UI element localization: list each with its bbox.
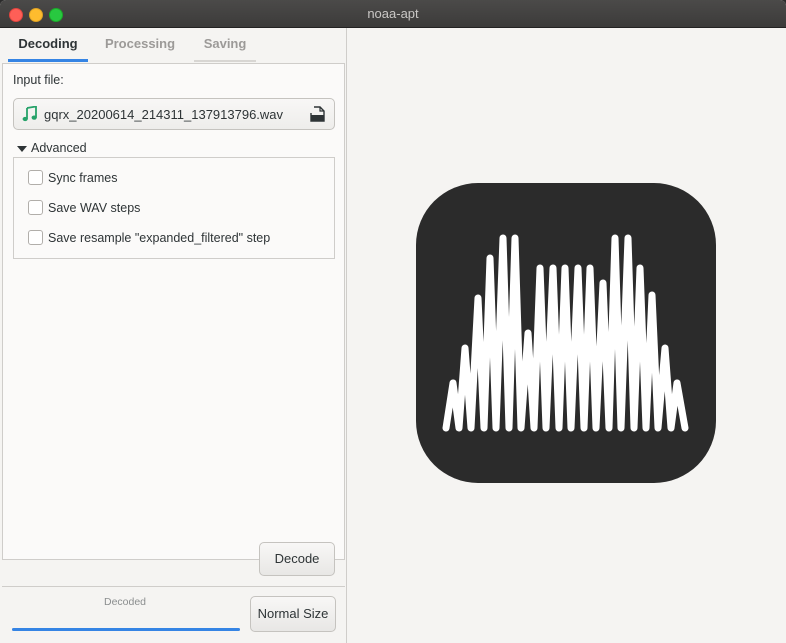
music-note-icon	[22, 106, 37, 122]
file-name: gqrx_20200614_214311_137913796.wav	[44, 107, 284, 122]
noaa-apt-logo-icon	[416, 183, 716, 483]
save-resample-step-label: Save resample "expanded_filtered" step	[48, 231, 271, 245]
bottom-separator	[2, 586, 345, 587]
window-title: noaa-apt	[367, 6, 419, 21]
app-window: noaa-apt Decoding Processing Saving Inpu…	[0, 0, 786, 643]
file-chooser-button[interactable]: gqrx_20200614_214311_137913796.wav	[13, 98, 335, 130]
advanced-options-frame: Sync frames Save WAV steps Save resample…	[13, 157, 335, 259]
sync-frames-checkbox[interactable]	[28, 170, 43, 185]
progress-fill	[12, 628, 240, 631]
sync-frames-label: Sync frames	[48, 171, 118, 185]
decoding-page: Input file: gqrx_20200614_214311_1379137…	[2, 63, 345, 560]
save-wav-steps-checkbox[interactable]	[28, 200, 43, 215]
input-file-label: Input file:	[13, 73, 64, 87]
tab-bar: Decoding Processing Saving	[2, 28, 346, 62]
advanced-label: Advanced	[31, 141, 87, 155]
tab-processing[interactable]: Processing	[98, 28, 182, 62]
left-pane: Decoding Processing Saving Input file: g…	[0, 28, 347, 643]
tab-saving[interactable]: Saving	[194, 28, 256, 62]
progress-bar	[12, 628, 240, 631]
save-wav-steps-label: Save WAV steps	[48, 201, 141, 215]
title-bar: noaa-apt	[0, 0, 786, 28]
normal-size-button[interactable]: Normal Size	[250, 596, 336, 632]
decode-button[interactable]: Decode	[259, 542, 335, 576]
tab-decoding[interactable]: Decoding	[8, 28, 88, 62]
decode-action-area: Decode	[2, 533, 345, 587]
status-text: Decoded	[103, 596, 147, 608]
save-resample-step-checkbox[interactable]	[28, 230, 43, 245]
image-preview-pane	[348, 28, 786, 643]
expander-arrow-icon	[17, 146, 27, 152]
document-open-icon	[310, 106, 325, 122]
